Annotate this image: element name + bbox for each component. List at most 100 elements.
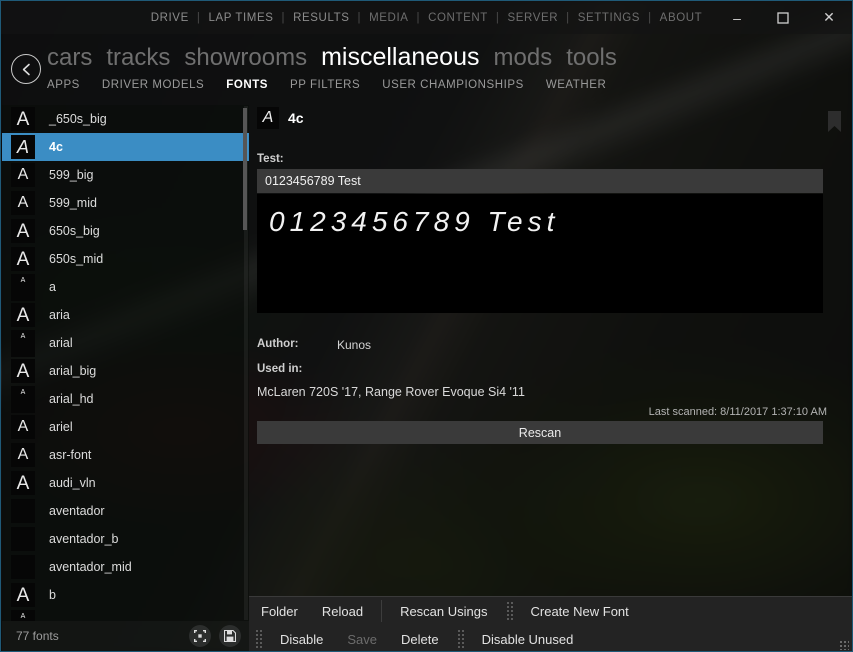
font-list-item-label: arial_big <box>49 364 97 378</box>
main-tab-miscellaneous[interactable]: miscellaneous <box>321 43 479 72</box>
toolbar-drag-handle[interactable] <box>505 601 513 621</box>
font-list-item-label: 650s_big <box>49 224 100 238</box>
toolbar-button-create-new-font[interactable]: Create New Font <box>521 601 639 622</box>
list-scrollbar-track[interactable] <box>243 106 248 620</box>
font-list-item[interactable]: aventador <box>2 497 249 525</box>
test-label: Test: <box>257 153 284 165</box>
test-input[interactable] <box>257 169 823 193</box>
top-nav-item-about[interactable]: ABOUT <box>652 12 711 24</box>
toolbar-row-2: Disable Save Delete Disable Unused <box>249 625 852 651</box>
font-list-item[interactable]: Aarial_big <box>2 357 249 385</box>
font-list-item[interactable]: A 4c <box>2 133 249 161</box>
font-list-item[interactable]: A 599_big <box>2 161 249 189</box>
arrow-left-icon <box>22 63 30 75</box>
resize-grip[interactable] <box>839 640 849 650</box>
top-nav-item-lap-times[interactable]: LAP TIMES <box>200 12 281 24</box>
font-details-panel: A 4c Test: 0123456789 Test Author: Kunos… <box>257 105 845 589</box>
font-list-item-label: a <box>49 280 56 294</box>
title-bar: DRIVE | LAP TIMES | RESULTS | MEDIA | CONTENT | SE… <box>1 1 852 34</box>
toolbar-button-reload[interactable]: Reload <box>312 601 373 622</box>
list-scrollbar-thumb[interactable] <box>243 108 247 230</box>
top-nav-item-media[interactable]: MEDIA <box>361 12 416 24</box>
sub-tab-fonts[interactable]: FONTS <box>226 79 268 91</box>
font-list-item[interactable]: A 650s_big <box>2 217 249 245</box>
font-list-item[interactable]: A _650s_big <box>2 105 249 133</box>
font-thumbnail-icon: A <box>11 191 35 215</box>
font-list-item[interactable]: A <box>2 609 249 621</box>
used-in-label: Used in: <box>257 363 303 375</box>
minimize-icon: – <box>733 9 741 26</box>
font-list-item[interactable]: Aasr-font <box>2 441 249 469</box>
font-list-item[interactable]: Ab <box>2 581 249 609</box>
sub-tab-user-championships[interactable]: USER CHAMPIONSHIPS <box>382 79 524 91</box>
font-list-item-label: 650s_mid <box>49 252 104 266</box>
font-thumbnail-icon: A <box>11 443 35 467</box>
font-thumbnail-icon: A <box>11 385 35 413</box>
font-thumbnail-icon: A <box>11 303 35 327</box>
font-thumbnail-icon: A <box>11 359 35 383</box>
font-list-item[interactable]: Aarial <box>2 329 249 357</box>
font-thumbnail-icon: A <box>11 273 35 301</box>
font-thumbnail-icon <box>11 527 35 551</box>
top-nav-item-results[interactable]: RESULTS <box>285 12 357 24</box>
font-thumbnail-icon <box>11 499 35 523</box>
toolbar-button-delete[interactable]: Delete <box>391 629 449 650</box>
top-nav-item-settings[interactable]: SETTINGS <box>570 12 648 24</box>
close-button[interactable]: ✕ <box>806 1 852 34</box>
bookmark-button[interactable] <box>828 111 841 132</box>
main-tab-showrooms[interactable]: showrooms <box>184 44 307 72</box>
toolbar-button-rescan-usings[interactable]: Rescan Usings <box>390 601 497 622</box>
main-tabs: cars tracks showrooms miscellaneous mods tool… <box>47 43 617 72</box>
font-list-item[interactable]: Aaudi_vln <box>2 469 249 497</box>
sub-tab-apps[interactable]: APPS <box>47 79 80 91</box>
font-thumbnail-icon: A <box>11 609 35 621</box>
toolbar-button-folder[interactable]: Folder <box>251 601 308 622</box>
font-thumbnail-icon <box>11 555 35 579</box>
toolbar-drag-handle[interactable] <box>255 629 262 649</box>
collapse-icon-button[interactable] <box>189 625 211 647</box>
font-list-item[interactable]: Aaria <box>2 301 249 329</box>
sub-tabs: APPS DRIVER MODELS FONTS PP FILTERS USER CHA… <box>47 79 606 91</box>
details-font-thumbnail: A <box>257 107 279 129</box>
maximize-button[interactable] <box>760 1 806 34</box>
save-icon <box>224 630 236 642</box>
sub-tab-pp-filters[interactable]: PP FILTERS <box>290 79 360 91</box>
sub-tab-driver-models[interactable]: DRIVER MODELS <box>102 79 204 91</box>
font-list[interactable]: A _650s_big A 4c A 599_big A 599_mid A 650s_big A 6… <box>2 105 249 621</box>
last-scanned-label: Last scanned: 8/11/2017 1:37:10 AM <box>648 406 827 418</box>
font-list-item[interactable]: Aa <box>2 273 249 301</box>
top-nav-item-drive[interactable]: DRIVE <box>143 12 197 24</box>
toolbar-button-save: Save <box>347 631 377 647</box>
font-thumbnail-icon: A <box>11 107 35 131</box>
font-list-item-label: audi_vln <box>49 476 96 490</box>
main-tab-mods[interactable]: mods <box>494 44 553 72</box>
font-list-item[interactable]: Aarial_hd <box>2 385 249 413</box>
rescan-button[interactable]: Rescan <box>257 421 823 444</box>
font-list-item[interactable]: A 650s_mid <box>2 245 249 273</box>
back-button[interactable] <box>11 54 41 84</box>
font-list-item-label: 599_mid <box>49 196 97 210</box>
font-list-item-label: asr-font <box>49 448 92 462</box>
toolbar-button-disable[interactable]: Disable <box>270 629 333 650</box>
font-list-item[interactable]: aventador_b <box>2 525 249 553</box>
main-tab-cars[interactable]: cars <box>47 44 92 72</box>
main-tab-tools[interactable]: tools <box>566 44 617 72</box>
main-tab-tracks[interactable]: tracks <box>106 44 170 72</box>
top-nav-item-content[interactable]: CONTENT <box>420 12 496 24</box>
top-nav-item-server[interactable]: SERVER <box>499 12 566 24</box>
font-thumbnail-icon: A <box>11 163 35 187</box>
font-list-item[interactable]: A 599_mid <box>2 189 249 217</box>
font-thumbnail-icon: A <box>11 329 35 357</box>
font-list-item-label: b <box>49 588 56 602</box>
bookmark-icon <box>828 111 841 132</box>
save-icon-button[interactable] <box>219 625 241 647</box>
font-thumbnail-icon: A <box>11 219 35 243</box>
sub-tab-weather[interactable]: WEATHER <box>546 79 607 91</box>
used-in-value: McLaren 720S '17, Range Rover Evoque Si4… <box>257 385 525 399</box>
minimize-button[interactable]: – <box>714 1 760 34</box>
toolbar-drag-handle[interactable] <box>456 629 464 649</box>
font-list-item[interactable]: aventador_mid <box>2 553 249 581</box>
toolbar-button-disable-unused[interactable]: Disable Unused <box>472 629 584 650</box>
font-count-label: 77 fonts <box>16 629 59 643</box>
font-list-item[interactable]: Aariel <box>2 413 249 441</box>
